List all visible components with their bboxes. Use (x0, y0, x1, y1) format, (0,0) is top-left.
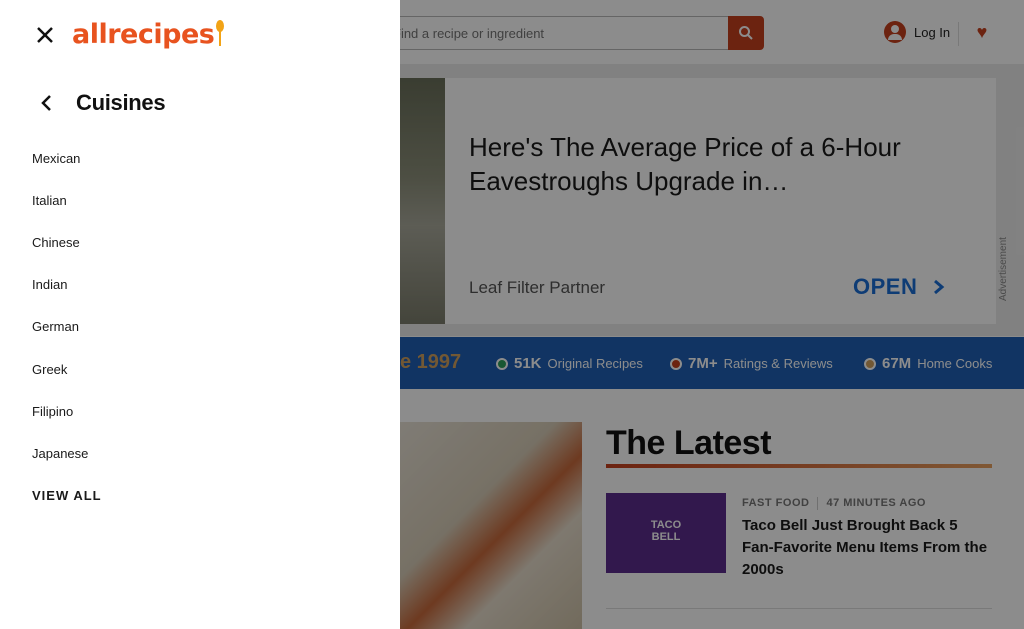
menu-link[interactable]: Chinese (32, 235, 80, 250)
menu-link[interactable]: Indian (32, 277, 67, 292)
menu-link[interactable]: Japanese (32, 446, 88, 461)
menu-item-filipino[interactable]: Filipino (32, 403, 73, 421)
back-button[interactable] (34, 90, 60, 116)
menu-link[interactable]: Filipino (32, 404, 73, 419)
menu-item-japanese[interactable]: Japanese (32, 445, 88, 463)
menu-item-indian[interactable]: Indian (32, 276, 67, 294)
menu-link[interactable]: Mexican (32, 151, 80, 166)
view-all-link[interactable]: VIEW ALL (32, 488, 102, 503)
menu-item-mexican[interactable]: Mexican (32, 150, 80, 168)
nav-drawer: allrecipes Cuisines Mexican Italian Chin… (0, 0, 400, 629)
back-arrow-icon (41, 95, 51, 111)
menu-link[interactable]: German (32, 319, 79, 334)
menu-item-italian[interactable]: Italian (32, 192, 67, 210)
menu-link[interactable]: Greek (32, 362, 67, 377)
menu-item-chinese[interactable]: Chinese (32, 234, 80, 252)
site-logo[interactable]: allrecipes (72, 14, 225, 54)
close-button[interactable] (32, 22, 58, 48)
menu-item-german[interactable]: German (32, 318, 79, 336)
menu-link[interactable]: Italian (32, 193, 67, 208)
menu-item-view-all[interactable]: VIEW ALL (32, 487, 102, 505)
section-title: Cuisines (76, 90, 166, 115)
menu-item-greek[interactable]: Greek (32, 361, 67, 379)
logo-text: allrecipes (72, 18, 215, 50)
close-icon (37, 27, 53, 43)
spoon-icon (216, 20, 225, 48)
